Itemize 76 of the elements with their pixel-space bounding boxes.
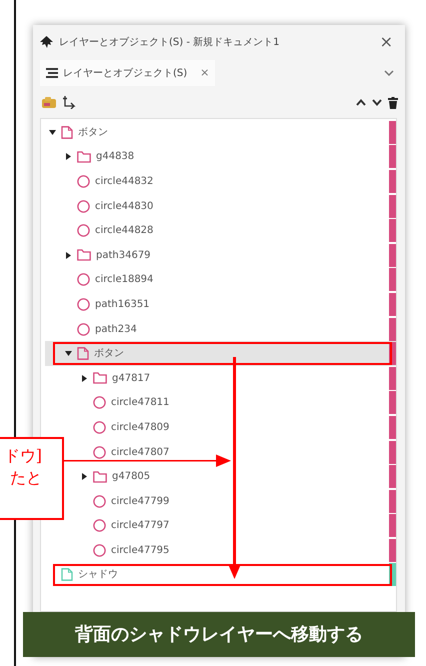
tree-row[interactable]: path16351 (45, 292, 396, 317)
tree-row[interactable]: circle47797 (45, 514, 396, 538)
item-label: path16351 (95, 298, 150, 312)
item-label: circle47807 (111, 446, 170, 460)
item-label: path34679 (96, 248, 151, 263)
app-icon (40, 36, 53, 48)
circle-icon (77, 200, 90, 213)
circle-icon (93, 544, 106, 557)
item-label: ボタン (94, 347, 124, 362)
circle-icon (93, 396, 106, 410)
item-label: circle47795 (111, 544, 170, 558)
folder-icon (93, 470, 107, 483)
expand-arrow-icon[interactable] (82, 374, 86, 382)
tree-row[interactable]: ボタン (45, 120, 396, 145)
tree-row[interactable]: circle47799 (45, 488, 396, 514)
tab-close-button[interactable]: × (200, 64, 210, 82)
move-down-icon[interactable] (372, 99, 382, 106)
tree-row[interactable]: circle47807 (45, 440, 396, 464)
layer-icon (77, 347, 89, 360)
tree-row[interactable]: g44838 (45, 144, 396, 170)
close-button[interactable]: × (376, 34, 397, 50)
item-label: circle18894 (95, 273, 154, 288)
tree-row[interactable]: g47805 (45, 464, 396, 489)
item-label: g47805 (112, 470, 150, 484)
item-label: g47817 (112, 372, 150, 386)
circle-icon (77, 298, 90, 311)
callout-text: ドウ] (2, 445, 42, 467)
item-label: ボタン (78, 126, 108, 140)
tree-row[interactable]: circle18894 (45, 268, 396, 292)
circle-icon (93, 420, 106, 434)
indent-arrow-icon[interactable] (62, 96, 76, 109)
item-label: シャドウ (78, 568, 118, 582)
expand-arrow-icon[interactable] (82, 473, 86, 480)
layers-icon (46, 68, 58, 78)
item-label: circle47811 (111, 396, 170, 410)
item-label: circle47799 (111, 494, 170, 509)
tree-row[interactable]: path34679 (45, 242, 396, 268)
tree-row[interactable]: circle47811 (45, 390, 396, 416)
trash-icon[interactable] (388, 96, 398, 108)
tree-row[interactable]: g47817 (45, 366, 396, 391)
collapse-arrow-icon[interactable] (64, 351, 72, 356)
tree-row[interactable]: path234 (45, 316, 396, 342)
panel-tab[interactable]: レイヤーとオブジェクト(S) × (40, 60, 216, 86)
tree-row[interactable]: circle47795 (45, 538, 396, 563)
circle-icon (77, 322, 90, 336)
item-label: path234 (95, 322, 137, 337)
folder-icon (77, 150, 91, 163)
expand-arrow-icon[interactable] (66, 252, 70, 259)
expand-arrow-icon[interactable] (66, 153, 70, 160)
layer-icon (61, 568, 73, 582)
circle-icon (93, 446, 106, 459)
tree-row[interactable]: circle44830 (45, 194, 396, 218)
layer-icon (61, 126, 73, 139)
chevron-down-icon[interactable] (384, 70, 394, 76)
folder-icon (93, 372, 107, 384)
circle-icon (93, 494, 106, 508)
item-label: g44838 (96, 150, 134, 164)
circle-icon (77, 224, 90, 238)
item-label: circle44832 (95, 174, 154, 189)
tree-row[interactable]: circle47809 (45, 415, 396, 440)
folder-icon (77, 249, 91, 262)
item-label: circle44828 (95, 224, 154, 238)
circle-icon (77, 174, 90, 188)
circle-icon (93, 519, 106, 532)
item-label: circle47797 (111, 519, 170, 534)
callout-text: たと (9, 467, 42, 489)
window-title: レイヤーとオブジェクト(S) - 新規ドキュメント1 (59, 36, 280, 50)
collapse-arrow-icon[interactable] (48, 130, 56, 135)
caption-banner: 背面のシャドウレイヤーへ移動する (23, 612, 415, 657)
tree-row[interactable]: circle44832 (45, 169, 396, 194)
circle-icon (77, 273, 90, 286)
item-label: circle44830 (95, 200, 154, 214)
item-label: circle47809 (111, 420, 170, 435)
tree-row[interactable]: circle44828 (45, 218, 396, 243)
move-up-icon[interactable] (356, 99, 366, 106)
folder-icon[interactable] (42, 97, 56, 108)
